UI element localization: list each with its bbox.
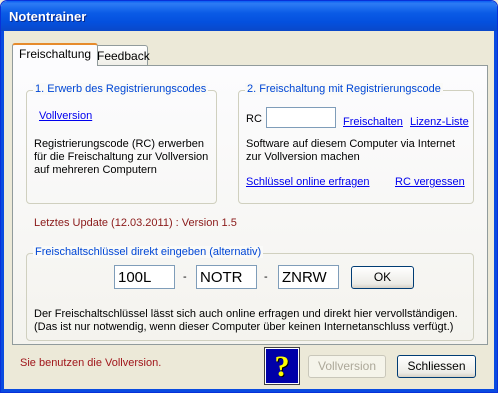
rc-label: RC [246,113,262,125]
window-title: Notentrainer [9,9,87,24]
tab-freischaltung[interactable]: Freischaltung [12,43,99,66]
key-separator-1: - [183,271,187,283]
window-frame-right [494,31,497,392]
key-note-line1: Der Freischaltschlüssel lässt sich auch … [34,308,458,320]
question-mark-icon: ? [274,350,290,383]
group1-description: Registrierungscode (RC) erwerben für die… [34,138,209,176]
title-bar[interactable]: Notentrainer [1,1,497,31]
rc-vergessen-link[interactable]: RC vergessen [395,176,465,188]
dialog-window: Notentrainer Freischaltung Feedback 1. E… [0,0,498,393]
key-separator-2: - [264,271,268,283]
window-frame-left [1,31,4,392]
schluessel-online-link[interactable]: Schlüssel online erfragen [246,176,370,188]
vollversion-button[interactable]: Vollversion [308,355,386,378]
key-part-1-input[interactable] [114,265,175,289]
version-status: Sie benutzen die Vollversion. [20,357,162,369]
freischalten-link[interactable]: Freischalten [343,116,403,128]
ok-button[interactable]: OK [351,266,414,289]
key-part-3-input[interactable] [278,265,339,289]
update-info: Letztes Update (12.03.2011) : Version 1.… [34,217,237,229]
rc-input[interactable] [266,107,336,128]
key-part-2-input[interactable] [196,265,257,289]
group2-description: Software auf diesem Computer via Interne… [246,138,456,163]
help-icon[interactable]: ? [264,347,300,385]
lizenz-liste-link[interactable]: Lizenz-Liste [410,116,469,128]
vollversion-link[interactable]: Vollversion [39,110,92,122]
tab-feedback[interactable]: Feedback [90,45,150,65]
close-button[interactable]: Schliessen [397,355,476,378]
key-note-line2: (Das ist nur notwendig, wenn dieser Comp… [34,321,454,333]
group1-legend: 1. Erwerb des Registrierungscodes [33,83,209,95]
window-frame-bottom [1,389,497,392]
group3-legend: Freischaltschlüssel direkt eingeben (alt… [33,246,264,258]
group2-legend: 2. Freischaltung mit Registrierungscode [245,83,443,95]
